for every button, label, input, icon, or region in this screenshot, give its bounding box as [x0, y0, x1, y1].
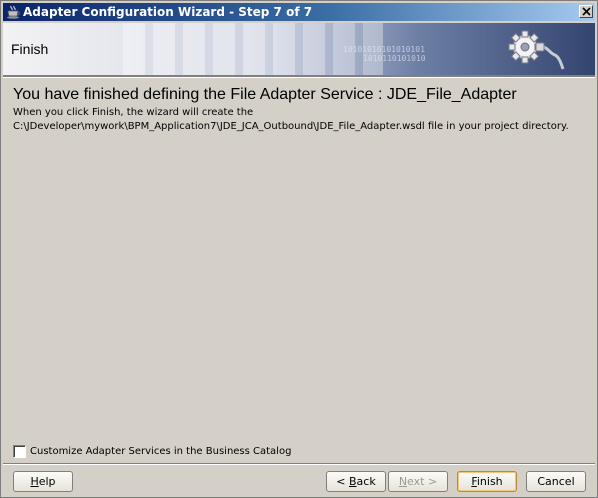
back-button[interactable]: < Back	[326, 471, 386, 492]
step-title: Finish	[11, 41, 49, 57]
cancel-button[interactable]: Cancel	[526, 471, 586, 492]
help-label: elp	[38, 475, 56, 488]
banner-binary-text: 1010110101010	[363, 54, 426, 63]
customize-catalog-checkbox[interactable]	[13, 445, 26, 458]
window-title: Adapter Configuration Wizard - Step 7 of…	[23, 5, 313, 19]
back-prefix: <	[336, 475, 349, 488]
customize-catalog-label[interactable]: Customize Adapter Services in the Busine…	[30, 445, 291, 458]
info-text-line-1: When you click Finish, the wizard will c…	[13, 107, 254, 118]
footer-divider	[3, 463, 595, 465]
title-bar[interactable]: Adapter Configuration Wizard - Step 7 of…	[3, 3, 595, 21]
gear-plug-icon	[503, 27, 567, 71]
banner-divider	[3, 75, 595, 78]
wizard-window: Adapter Configuration Wizard - Step 7 of…	[0, 0, 598, 498]
finish-label: inish	[476, 475, 503, 488]
next-label: ext >	[407, 475, 438, 488]
banner-binary-text: 10101010101010101	[343, 45, 425, 54]
finish-button[interactable]: Finish	[457, 471, 517, 492]
back-label: ack	[356, 475, 376, 488]
coffee-cup-icon	[6, 5, 21, 19]
wizard-banner: Finish 10101010101010101 1010110101010	[3, 23, 595, 75]
help-button[interactable]: Help	[13, 471, 73, 492]
completion-headline: You have finished defining the File Adap…	[13, 86, 517, 103]
next-mnemonic: N	[398, 475, 408, 488]
next-button[interactable]: Next >	[388, 471, 448, 492]
help-mnemonic: H	[30, 475, 39, 488]
close-button[interactable]	[579, 5, 593, 18]
close-icon	[582, 7, 591, 16]
back-mnemonic: B	[349, 475, 357, 488]
info-text-line-2: C:\JDeveloper\mywork\BPM_Application7\JD…	[13, 121, 569, 132]
